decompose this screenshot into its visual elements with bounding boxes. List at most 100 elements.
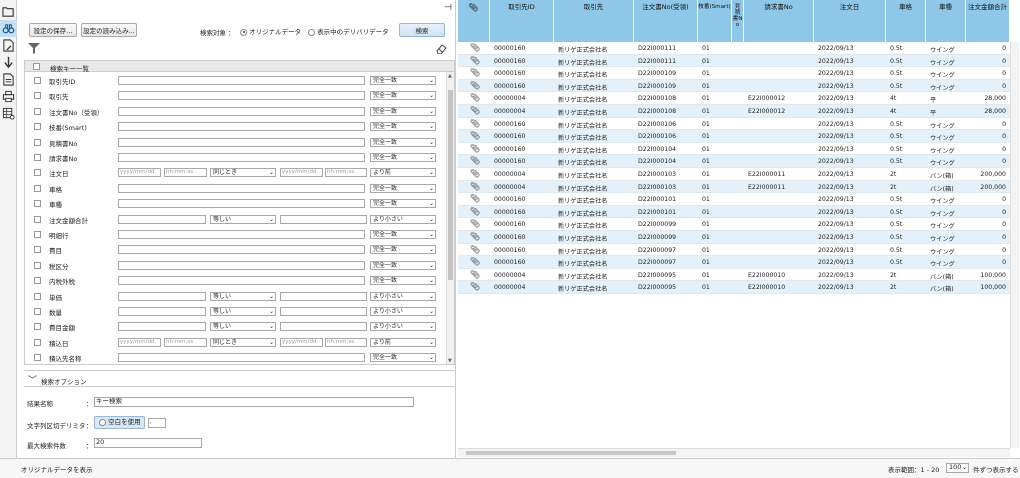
row-checkbox[interactable] <box>34 107 41 115</box>
match-select[interactable]: 完全一致 ⌄ <box>370 353 436 363</box>
table-row[interactable]: 📎︎ 00000160 新リゲ正式会社名 D22I000097 01 2022/09/13… <box>458 256 1010 269</box>
match-select[interactable]: 完全一致 ⌄ <box>370 137 436 147</box>
attachment-icon[interactable]: 📎︎ <box>470 219 480 228</box>
pin-icon[interactable]: ⊣ <box>444 3 452 13</box>
row-checkbox[interactable] <box>34 215 41 223</box>
filter-icon[interactable] <box>28 43 40 56</box>
table-row[interactable]: 📎︎ 00000160 新リゲ正式会社名 D22I000099 01 2022/09/13… <box>458 218 1010 231</box>
table-row[interactable]: 📎︎ 00000004 新リゲ正式会社名 D22I000095 01 E22I000010… <box>458 281 1010 294</box>
binoculars-icon[interactable] <box>0 20 17 37</box>
match-select[interactable]: 完全一致 ⌄ <box>370 260 436 270</box>
match-select[interactable]: 完全一致 ⌄ <box>370 183 436 193</box>
table-row[interactable]: 📎︎ 00000160 新リゲ正式会社名 D22I000111 01 2022/09/13… <box>458 54 1010 68</box>
col-header-attach[interactable]: 📎︎ <box>458 0 490 42</box>
table-row[interactable]: 📎︎ 00000160 新リゲ正式会社名 D22I000111 01 2022/09/13… <box>458 42 1010 55</box>
radio-original[interactable]: オリジナルデータ <box>240 26 301 36</box>
attachment-icon[interactable]: 📎︎ <box>470 169 480 178</box>
num-compare-select[interactable]: 等しい ⌄ <box>210 214 276 224</box>
attachment-icon[interactable]: 📎︎ <box>470 68 480 77</box>
num-range-select[interactable]: より小さい ⌄ <box>370 291 436 301</box>
col-header-invoice[interactable]: 請求書No <box>744 0 814 42</box>
row-checkbox[interactable] <box>34 231 41 238</box>
date-compare-select[interactable]: 同じとき ⌄ <box>210 168 276 178</box>
table-row[interactable]: 📎︎ 00000004 新リゲ正式会社名 D22I000108 01 E22I000012… <box>458 92 1010 105</box>
num-range-select[interactable]: より小さい ⌄ <box>370 307 436 316</box>
table-row[interactable]: 📎︎ 00000160 新リゲ正式会社名 D22I000106 01 2022/09/13… <box>458 118 1010 131</box>
row-checkbox[interactable] <box>34 123 41 131</box>
date-from-input[interactable]: yyyy/mm/dd <box>118 337 161 347</box>
num-to-input[interactable] <box>280 214 367 224</box>
print-icon[interactable] <box>0 88 17 105</box>
attachment-icon[interactable]: 📎︎ <box>470 257 480 266</box>
key-value-input[interactable] <box>118 76 365 85</box>
table-row[interactable]: 📎︎ 00000004 新リゲ正式会社名 D22I000108 01 E22I000012… <box>458 105 1010 118</box>
key-value-input[interactable] <box>118 245 365 255</box>
key-value-input[interactable] <box>118 91 365 101</box>
row-checkbox[interactable] <box>34 354 41 362</box>
num-compare-select[interactable]: 等しい ⌄ <box>210 307 276 316</box>
attachment-icon[interactable]: 📎︎ <box>470 131 480 140</box>
num-from-input[interactable] <box>118 214 206 224</box>
match-select[interactable]: 完全一致 ⌄ <box>370 153 436 162</box>
row-checkbox[interactable] <box>34 246 41 254</box>
table-row[interactable]: 📎︎ 00000160 新リゲ正式会社名 D22I000101 01 2022/09/13… <box>458 193 1010 206</box>
eraser-icon[interactable] <box>436 44 447 56</box>
row-checkbox[interactable] <box>34 338 41 346</box>
match-select[interactable]: 完全一致 ⌄ <box>370 230 436 239</box>
key-value-input[interactable] <box>118 230 365 239</box>
row-checkbox[interactable] <box>34 92 41 100</box>
settings-grid-icon[interactable] <box>0 105 17 122</box>
attachment-icon[interactable]: 📎︎ <box>470 270 480 279</box>
use-space-toggle[interactable]: 空白を使用 <box>94 416 145 429</box>
table-row[interactable]: 📎︎ 00000160 新リゲ正式会社名 D22I000109 01 2022/09/13… <box>458 67 1010 80</box>
match-select[interactable]: 完全一致 ⌄ <box>370 276 436 286</box>
attachment-icon[interactable]: 📎︎ <box>470 156 480 165</box>
col-header-order-total[interactable]: 注文金額合計 <box>966 0 1010 42</box>
attachment-icon[interactable]: 📎︎ <box>470 106 480 115</box>
time-to-input[interactable]: hh:mm:ss <box>325 337 367 347</box>
row-checkbox[interactable] <box>34 138 41 146</box>
match-select[interactable]: 完全一致 ⌄ <box>370 91 436 101</box>
table-row[interactable]: 📎︎ 00000004 新リゲ正式会社名 D22I000103 01 E22I000011… <box>458 168 1010 181</box>
save-settings-button[interactable]: 設定の保存... <box>29 23 77 37</box>
key-value-input[interactable] <box>118 137 365 147</box>
row-checkbox[interactable] <box>34 308 41 315</box>
row-checkbox[interactable] <box>34 200 41 208</box>
num-compare-select[interactable]: 等しい ⌄ <box>210 291 276 301</box>
row-checkbox[interactable] <box>34 277 41 285</box>
attachment-icon[interactable]: 📎︎ <box>470 207 480 216</box>
per-page-select[interactable]: 100 ⌄ <box>946 463 969 473</box>
num-compare-select[interactable]: 等しい ⌄ <box>210 322 276 332</box>
horizontal-scrollbar[interactable] <box>458 448 1010 457</box>
table-row[interactable]: 📎︎ 00000004 新リゲ正式会社名 D22I000103 01 E22I000011… <box>458 180 1010 194</box>
attachment-icon[interactable]: 📎︎ <box>470 119 480 128</box>
date-to-input[interactable]: yyyy/mm/dd <box>280 337 323 347</box>
vertical-scrollbar[interactable]: ▲ ▼ <box>446 72 454 364</box>
time-from-input[interactable]: hh:mm:ss <box>164 168 207 178</box>
result-name-input[interactable]: キー検索 <box>94 397 414 407</box>
row-checkbox[interactable] <box>34 154 41 161</box>
table-row[interactable]: 📎︎ 00000160 新リゲ正式会社名 D22I000097 01 2022/09/13… <box>458 244 1010 257</box>
col-header-vehicle-class[interactable]: 車格 <box>886 0 926 42</box>
date-range-select[interactable]: より前 ⌄ <box>370 168 436 178</box>
time-from-input[interactable]: hh:mm:ss <box>164 337 207 347</box>
table-row[interactable]: 📎︎ 00000160 新リゲ正式会社名 D22I000104 01 2022/09/13… <box>458 143 1010 156</box>
date-from-input[interactable]: yyyy/mm/dd <box>118 168 161 178</box>
col-header-vehicle-type[interactable]: 車種 <box>926 0 966 42</box>
row-checkbox[interactable] <box>34 292 41 300</box>
delimiter-input[interactable]: , <box>148 418 166 428</box>
right-vertical-scrollbar[interactable] <box>1010 42 1019 448</box>
match-select[interactable]: 完全一致 ⌄ <box>370 122 436 132</box>
time-to-input[interactable]: hh:mm:ss <box>325 168 367 178</box>
num-range-select[interactable]: より小さい ⌄ <box>370 322 436 332</box>
load-settings-button[interactable]: 設定の読み込み... <box>81 23 137 37</box>
col-header-branch[interactable]: 枝番(Smart) <box>698 0 732 42</box>
key-value-input[interactable] <box>118 199 365 209</box>
match-select[interactable]: 完全一致 ⌄ <box>370 76 436 85</box>
folder-icon[interactable] <box>0 3 17 20</box>
document-export-icon[interactable] <box>0 71 17 88</box>
attachment-icon[interactable]: 📎︎ <box>470 93 480 102</box>
key-value-input[interactable] <box>118 260 365 270</box>
attachment-icon[interactable]: 📎︎ <box>470 282 480 291</box>
attachment-icon[interactable]: 📎︎ <box>470 194 480 203</box>
